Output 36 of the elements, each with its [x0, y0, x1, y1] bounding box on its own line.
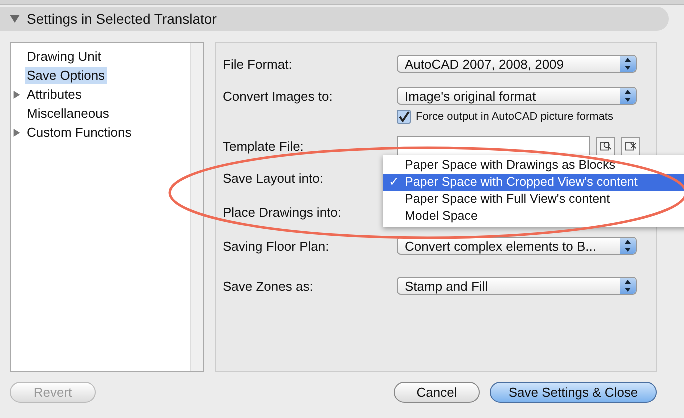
field-label: File Format:	[223, 56, 292, 72]
sidebar-item[interactable]: Custom Functions	[25, 124, 134, 141]
menu-item[interactable]: Paper Space with Drawings as Blocks	[383, 157, 684, 174]
field-label: Place Drawings into:	[223, 204, 342, 220]
dropdown[interactable]: Stamp and Fill	[397, 277, 637, 295]
dropdown[interactable]: Image's original format	[397, 87, 637, 105]
dropdown[interactable]: AutoCAD 2007, 2008, 2009	[397, 55, 637, 73]
section-title: Settings in Selected Translator	[27, 11, 217, 27]
field-label: Convert Images to:	[223, 88, 333, 104]
menu-item[interactable]: ✓ Paper Space with Cropped View's content	[383, 174, 684, 191]
stepper-arrows-icon	[620, 88, 636, 104]
expand-triangle-icon[interactable]	[13, 128, 21, 136]
sidebar-item[interactable]: Miscellaneous	[25, 105, 112, 122]
clear-button[interactable]	[621, 136, 640, 156]
field-label: Save Layout into:	[223, 170, 324, 186]
menu-item[interactable]: Model Space	[383, 208, 684, 225]
sidebar-item[interactable]: Attributes	[25, 86, 84, 103]
menu-item[interactable]: Paper Space with Full View's content	[383, 191, 684, 208]
section-header[interactable]: Settings in Selected Translator	[0, 7, 669, 31]
browse-button[interactable]	[596, 136, 615, 156]
field-label: Saving Floor Plan:	[223, 238, 330, 254]
stepper-arrows-icon	[620, 56, 636, 72]
stepper-arrows-icon	[620, 238, 636, 254]
checkbox-label: Force output in AutoCAD picture formats	[416, 111, 614, 123]
stepper-arrows-icon	[620, 278, 636, 294]
save-close-button[interactable]: Save Settings & Close	[490, 382, 657, 403]
magnifier-icon	[600, 140, 612, 152]
expand-triangle-icon[interactable]	[13, 90, 21, 98]
field-label: Template File:	[223, 138, 304, 154]
checkbox[interactable]	[397, 110, 411, 124]
field-label: Save Zones as:	[223, 278, 314, 294]
dropdown[interactable]: Convert complex elements to B...	[397, 237, 637, 255]
sidebar-item[interactable]: Drawing Unit	[25, 48, 104, 65]
clear-file-icon	[624, 140, 636, 152]
cancel-button[interactable]: Cancel	[394, 382, 480, 403]
sidebar-item[interactable]: Save Options	[25, 67, 108, 84]
